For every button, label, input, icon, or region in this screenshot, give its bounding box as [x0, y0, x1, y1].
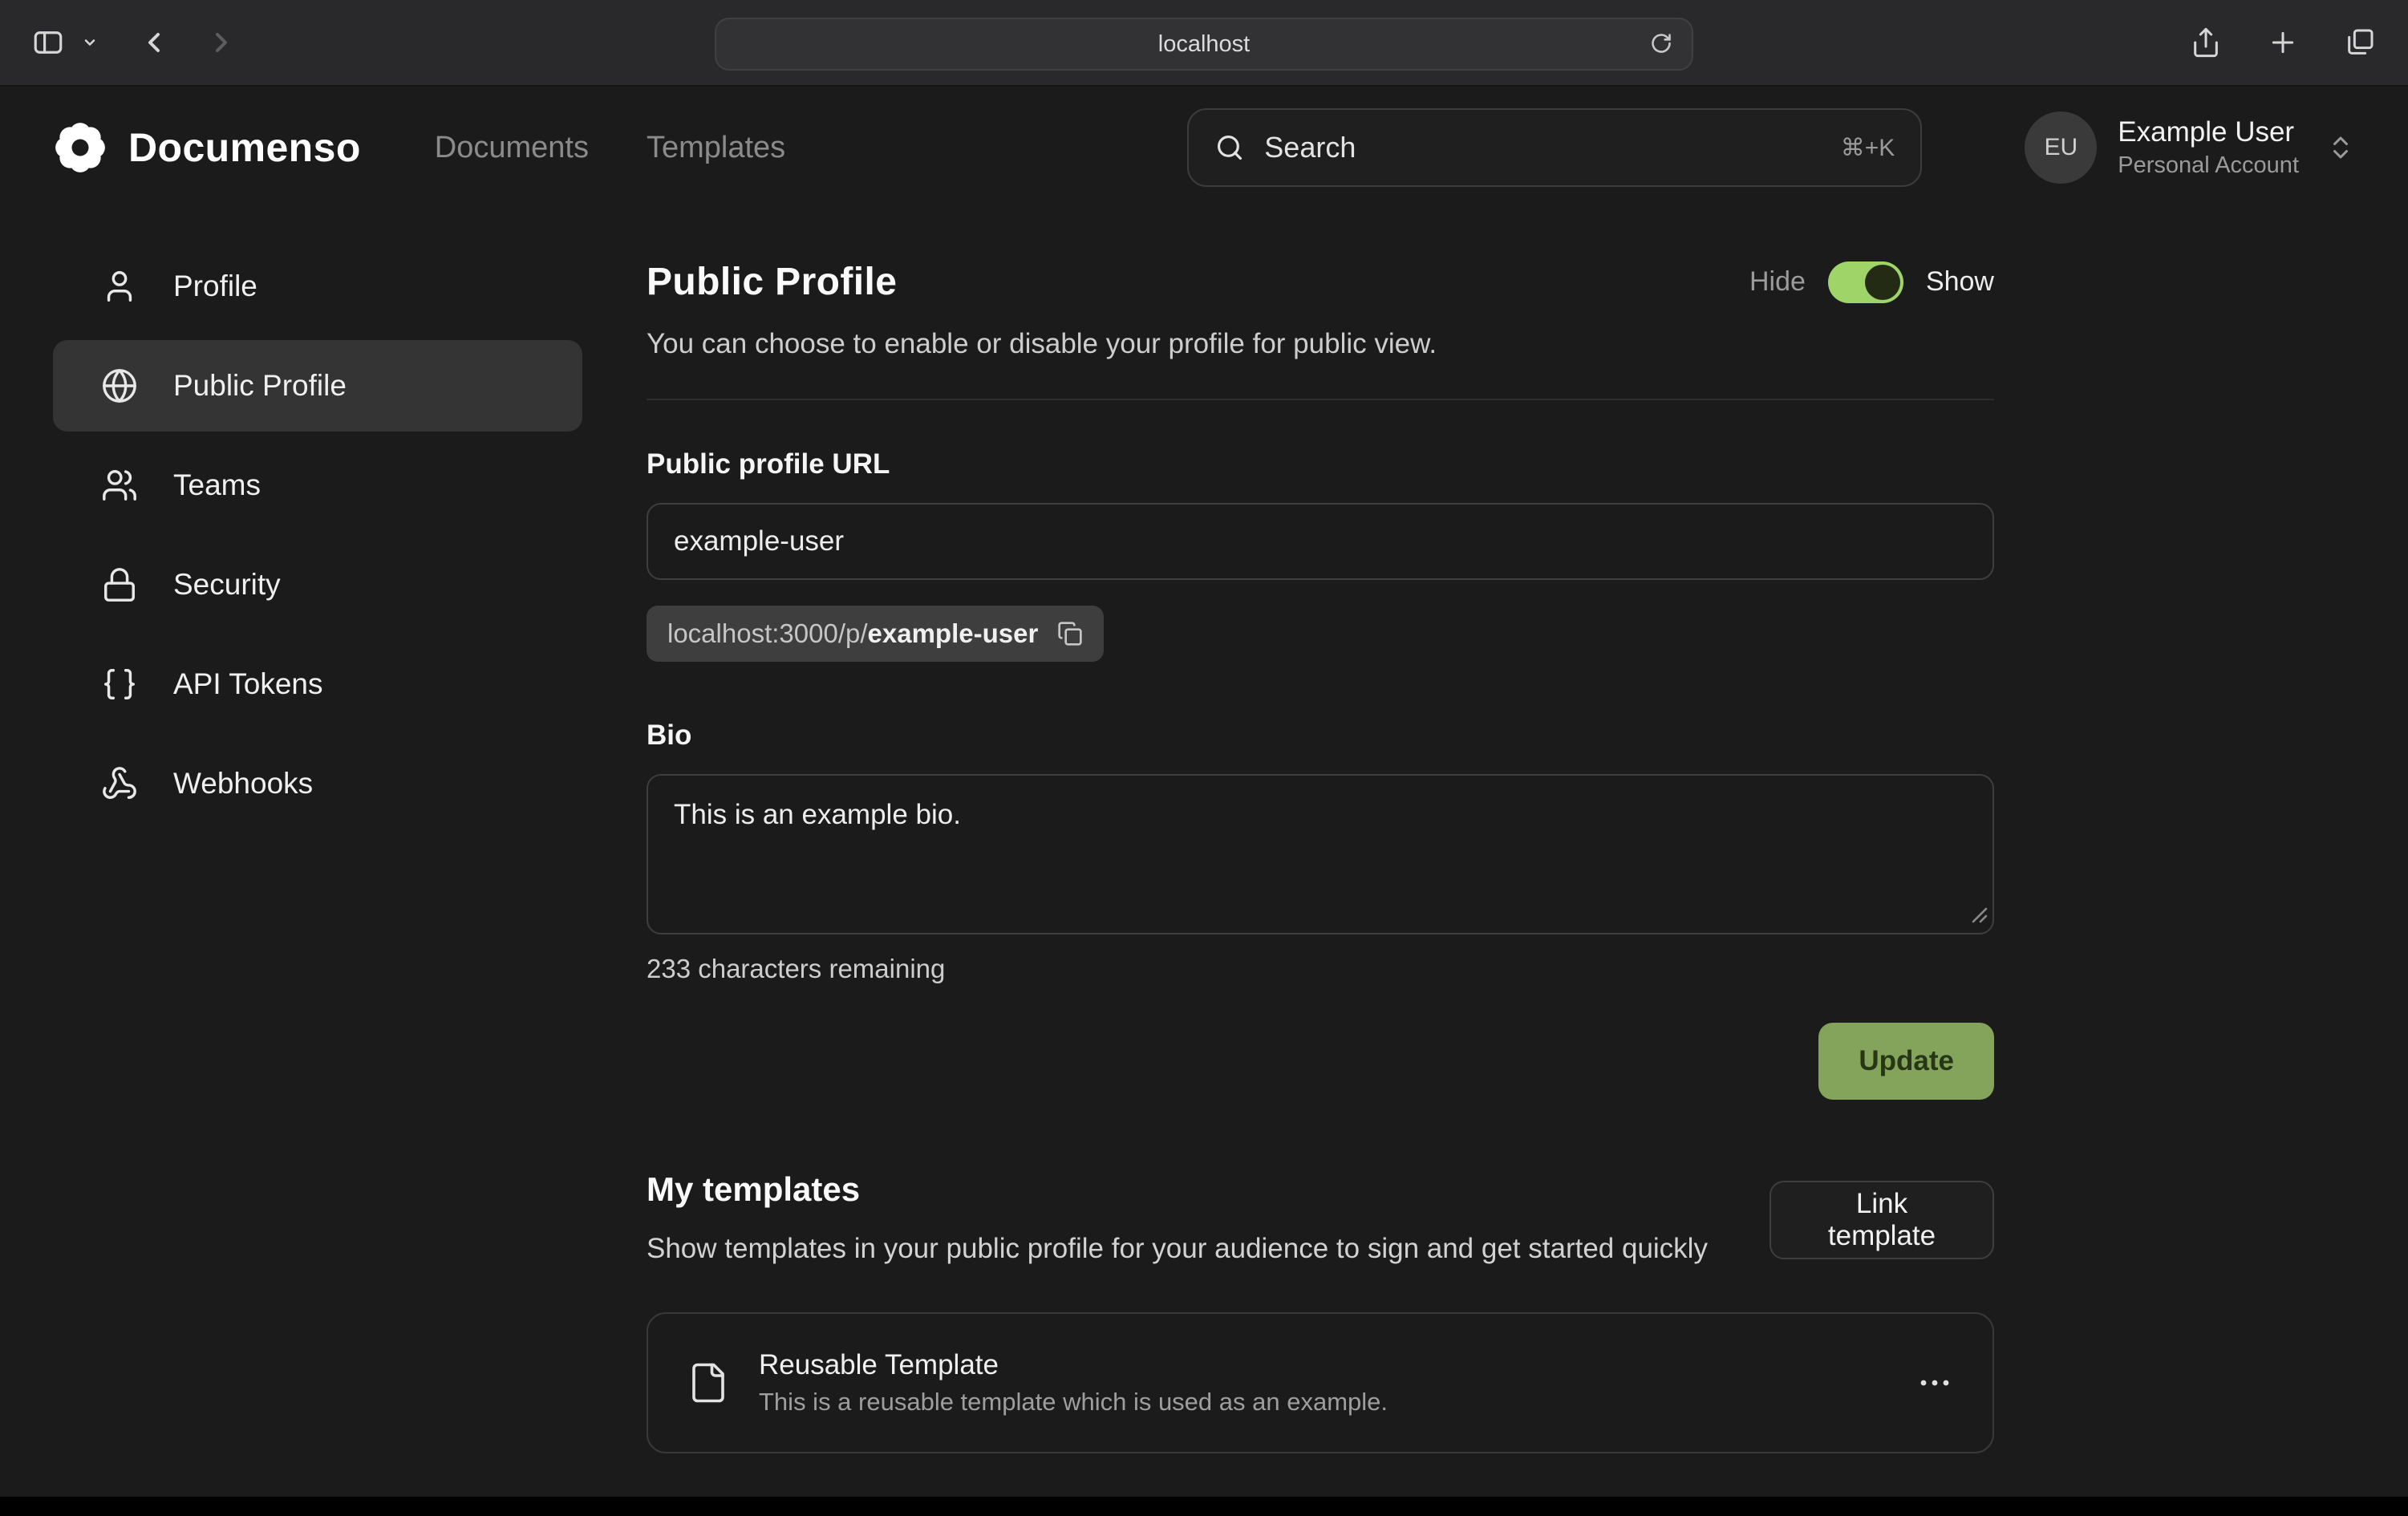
- bio-textarea[interactable]: This is an example bio.: [647, 774, 1994, 934]
- templates-title: My templates: [647, 1170, 1770, 1209]
- template-menu-button[interactable]: [1915, 1364, 1954, 1402]
- tabs-icon: [2344, 26, 2376, 59]
- sidebar-item-label: Profile: [173, 270, 257, 303]
- address-bar-url: localhost: [1158, 31, 1250, 58]
- chevron-left-icon: [138, 26, 170, 59]
- share-icon: [2190, 26, 2222, 59]
- app-header: Documenso Documents Templates Search ⌘+K…: [0, 87, 2408, 209]
- sidebar-item-public-profile[interactable]: Public Profile: [53, 340, 582, 432]
- link-template-button[interactable]: Link template: [1770, 1181, 1994, 1259]
- page-subtitle: You can choose to enable or disable your…: [647, 328, 1994, 360]
- search-input[interactable]: Search ⌘+K: [1187, 108, 1922, 187]
- chevrons-up-down-icon: [2326, 133, 2355, 162]
- webhook-icon: [101, 765, 138, 802]
- show-label: Show: [1926, 266, 1994, 298]
- refresh-icon: [1650, 32, 1672, 55]
- sidebar-item-profile[interactable]: Profile: [53, 241, 582, 332]
- visibility-toggle-group: Hide Show: [1749, 261, 1994, 303]
- profile-url-label: Public profile URL: [647, 448, 1994, 480]
- sidebar-item-label: Webhooks: [173, 767, 313, 801]
- toggle-knob: [1865, 265, 1900, 300]
- sidebar-item-label: Public Profile: [173, 369, 347, 403]
- brand-name: Documenso: [128, 124, 361, 171]
- settings-sidebar: Profile Public Profile Teams Security AP…: [53, 241, 582, 1453]
- sidebar-panel-button[interactable]: [22, 18, 74, 67]
- nav-templates[interactable]: Templates: [647, 131, 785, 165]
- my-templates-section: My templates Show templates in your publ…: [647, 1170, 1994, 1453]
- search-placeholder: Search: [1264, 131, 1356, 164]
- account-type: Personal Account: [2118, 151, 2299, 181]
- tab-overview-button[interactable]: [2334, 18, 2386, 67]
- content-area: Profile Public Profile Teams Security AP…: [0, 209, 2408, 1453]
- users-icon: [101, 467, 138, 504]
- bio-label: Bio: [647, 719, 1994, 752]
- section-divider: [647, 399, 1994, 400]
- sidebar-panel-icon: [31, 26, 65, 59]
- profile-link-text: localhost:3000/p/example-user: [667, 618, 1038, 649]
- account-menu[interactable]: EU Example User Personal Account: [2025, 111, 2355, 184]
- sidebar-item-api-tokens[interactable]: API Tokens: [53, 638, 582, 730]
- page-title: Public Profile: [647, 260, 897, 304]
- file-icon: [687, 1361, 730, 1405]
- characters-remaining: 233 characters remaining: [647, 954, 1994, 984]
- sidebar-item-label: Teams: [173, 468, 261, 502]
- documenso-logo[interactable]: Documenso: [53, 120, 361, 175]
- user-icon: [101, 268, 138, 305]
- search-icon: [1214, 132, 1245, 163]
- copy-link-button[interactable]: [1057, 621, 1083, 647]
- account-name: Example User: [2118, 114, 2299, 151]
- address-bar[interactable]: localhost: [715, 18, 1693, 71]
- sidebar-item-label: Security: [173, 568, 281, 602]
- screen: localhost Documenso: [0, 0, 2408, 1516]
- avatar: EU: [2025, 111, 2097, 184]
- globe-icon: [101, 367, 138, 404]
- template-name: Reusable Template: [759, 1349, 1388, 1381]
- new-tab-button[interactable]: [2257, 18, 2309, 67]
- sidebar-item-label: API Tokens: [173, 667, 322, 701]
- documenso-logo-icon: [53, 120, 107, 175]
- forward-button[interactable]: [196, 18, 247, 67]
- profile-url-input[interactable]: [647, 503, 1994, 580]
- refresh-button[interactable]: [1640, 24, 1682, 63]
- braces-icon: [101, 666, 138, 703]
- chevron-right-icon: [205, 26, 237, 59]
- plus-icon: [2267, 26, 2299, 59]
- nav-documents[interactable]: Documents: [435, 131, 589, 165]
- update-button[interactable]: Update: [1818, 1023, 1994, 1100]
- profile-visibility-toggle[interactable]: [1828, 261, 1903, 303]
- template-card: Reusable Template This is a reusable tem…: [647, 1312, 1994, 1453]
- lock-icon: [101, 566, 138, 603]
- template-description: This is a reusable template which is use…: [759, 1388, 1388, 1417]
- window-bottom-edge: [0, 1497, 2408, 1516]
- ellipsis-icon: [1915, 1364, 1954, 1402]
- sidebar-item-teams[interactable]: Teams: [53, 440, 582, 531]
- chevron-down-icon: [82, 34, 98, 51]
- sidebar-item-webhooks[interactable]: Webhooks: [53, 738, 582, 829]
- share-button[interactable]: [2180, 18, 2232, 67]
- primary-nav: Documents Templates: [435, 131, 785, 165]
- templates-description: Show templates in your public profile fo…: [647, 1228, 1770, 1271]
- sidebar-panel-menu-button[interactable]: [77, 18, 103, 67]
- search-shortcut: ⌘+K: [1841, 134, 1895, 162]
- hide-label: Hide: [1749, 266, 1806, 298]
- browser-toolbar: localhost: [0, 0, 2408, 87]
- back-button[interactable]: [128, 18, 180, 67]
- sidebar-item-security[interactable]: Security: [53, 539, 582, 630]
- copy-icon: [1057, 621, 1083, 647]
- profile-link-pill: localhost:3000/p/example-user: [647, 606, 1104, 662]
- public-profile-panel: Public Profile Hide Show You can choose …: [647, 241, 1994, 1453]
